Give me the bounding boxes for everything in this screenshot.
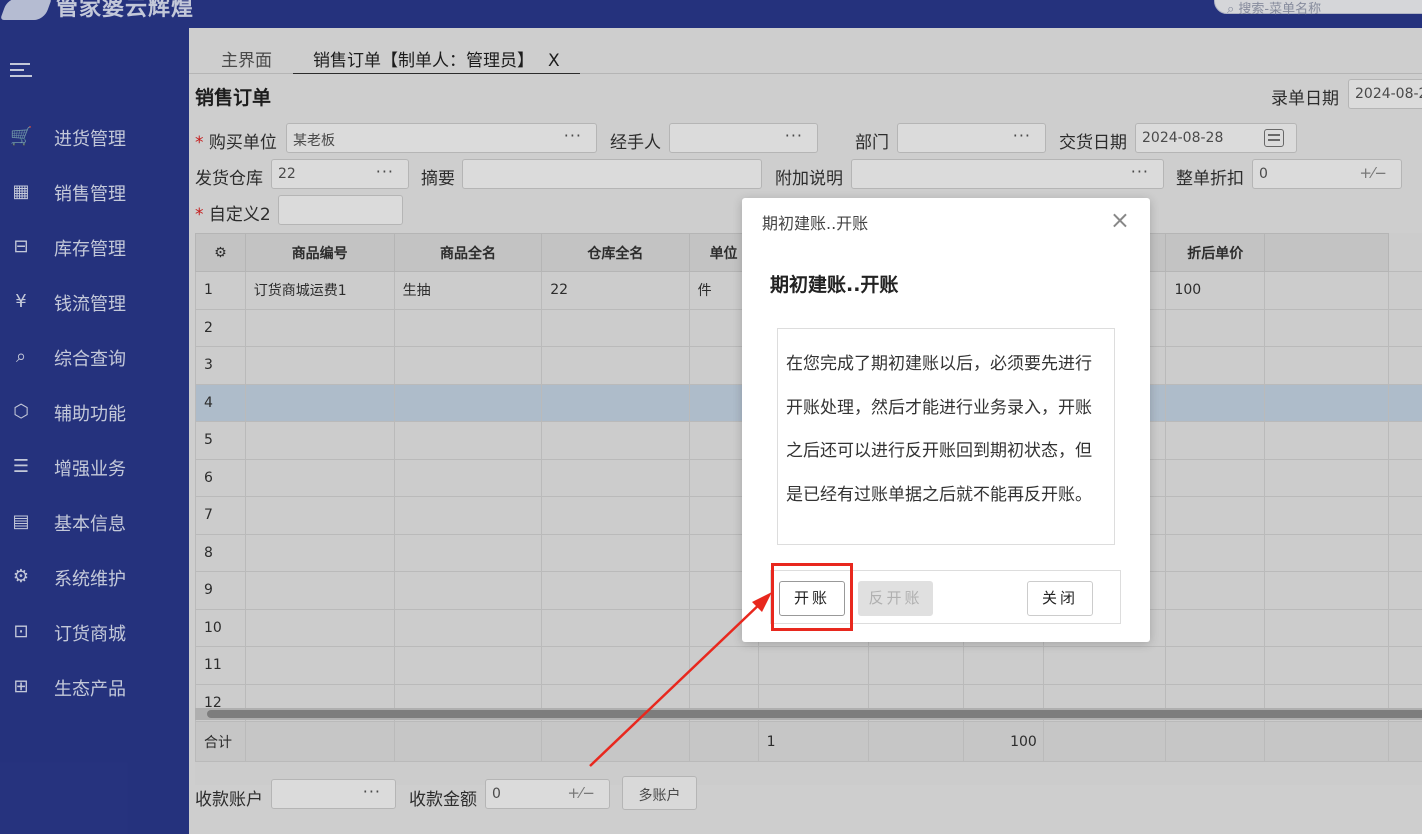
annotation-arrow bbox=[589, 592, 772, 767]
